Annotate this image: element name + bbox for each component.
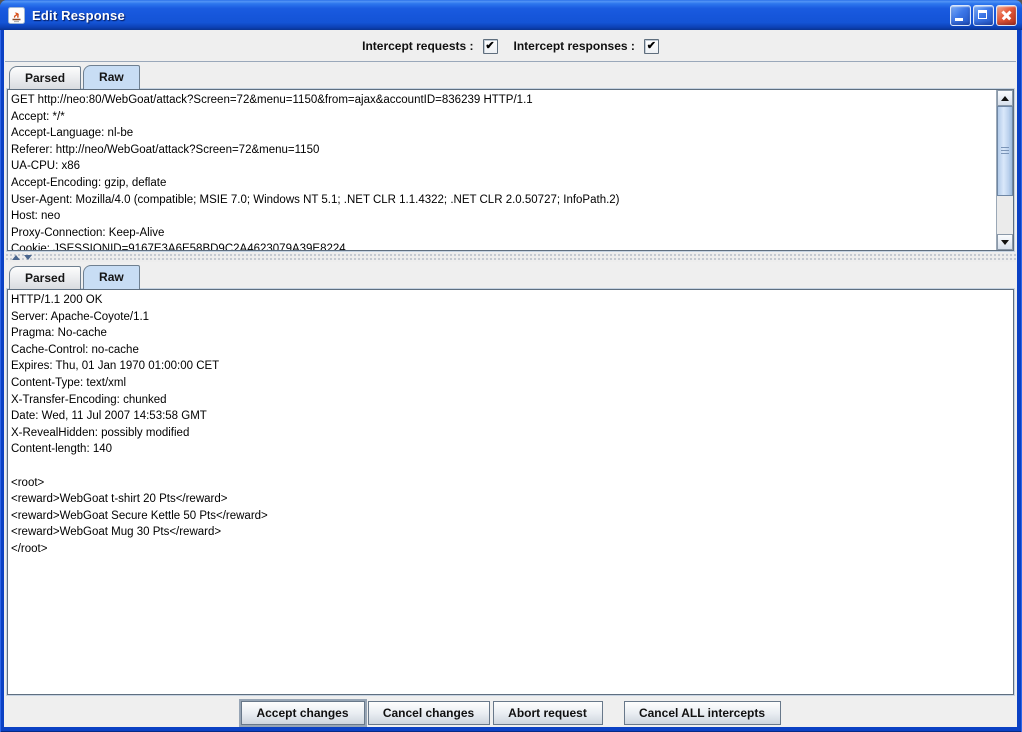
divider-collapse-down-icon[interactable] [24, 255, 32, 260]
window-title: Edit Response [32, 8, 950, 23]
response-scrollpane: HTTP/1.1 200 OK Server: Apache-Coyote/1.… [7, 289, 1014, 695]
accept-changes-button[interactable]: Accept changes [241, 701, 365, 725]
intercept-responses-checkbox[interactable]: ✔ [644, 39, 659, 54]
request-vertical-scrollbar[interactable] [996, 90, 1013, 250]
dialog-content: Intercept requests : ✔ Intercept respons… [4, 30, 1017, 727]
scroll-down-button[interactable] [997, 234, 1013, 250]
tab-request-parsed[interactable]: Parsed [9, 66, 81, 89]
divider-collapse-up-icon[interactable] [12, 255, 20, 260]
maximize-button[interactable] [973, 5, 994, 26]
action-button-row: Accept changes Cancel changes Abort requ… [4, 698, 1017, 727]
intercept-requests-checkbox[interactable]: ✔ [483, 39, 498, 54]
java-app-icon [8, 7, 25, 24]
window-controls [950, 5, 1017, 26]
tab-response-parsed[interactable]: Parsed [9, 266, 81, 289]
intercept-responses-label: Intercept responses : [514, 39, 635, 53]
abort-request-button[interactable]: Abort request [493, 701, 603, 725]
request-raw-text[interactable]: GET http://neo:80/WebGoat/attack?Screen=… [8, 90, 996, 250]
arrow-up-icon [1001, 96, 1009, 101]
response-panel: Parsed Raw HTTP/1.1 200 OK Server: Apach… [5, 262, 1016, 697]
close-button[interactable] [996, 5, 1017, 26]
thumb-grip-icon [1001, 147, 1009, 155]
request-tabs: Parsed Raw [9, 63, 140, 89]
arrow-down-icon [1001, 240, 1009, 245]
intercept-bar: Intercept requests : ✔ Intercept respons… [4, 33, 1017, 59]
request-scrollpane: GET http://neo:80/WebGoat/attack?Screen=… [7, 89, 1014, 251]
tab-request-raw[interactable]: Raw [83, 65, 140, 89]
response-raw-text[interactable]: HTTP/1.1 200 OK Server: Apache-Coyote/1.… [8, 290, 1013, 694]
cancel-all-intercepts-button[interactable]: Cancel ALL intercepts [624, 701, 781, 725]
minimize-button[interactable] [950, 5, 971, 26]
tab-response-raw[interactable]: Raw [83, 265, 140, 289]
edit-response-window: Edit Response Intercept requests : ✔ Int… [0, 0, 1022, 732]
cancel-changes-button[interactable]: Cancel changes [368, 701, 490, 725]
request-panel: Parsed Raw GET http://neo:80/WebGoat/att… [5, 61, 1016, 253]
split-divider[interactable] [5, 253, 1016, 262]
scrollbar-thumb[interactable] [997, 106, 1013, 196]
titlebar[interactable]: Edit Response [0, 0, 1022, 30]
intercept-requests-label: Intercept requests : [362, 39, 473, 53]
response-tabs: Parsed Raw [9, 263, 140, 289]
scroll-up-button[interactable] [997, 90, 1013, 106]
